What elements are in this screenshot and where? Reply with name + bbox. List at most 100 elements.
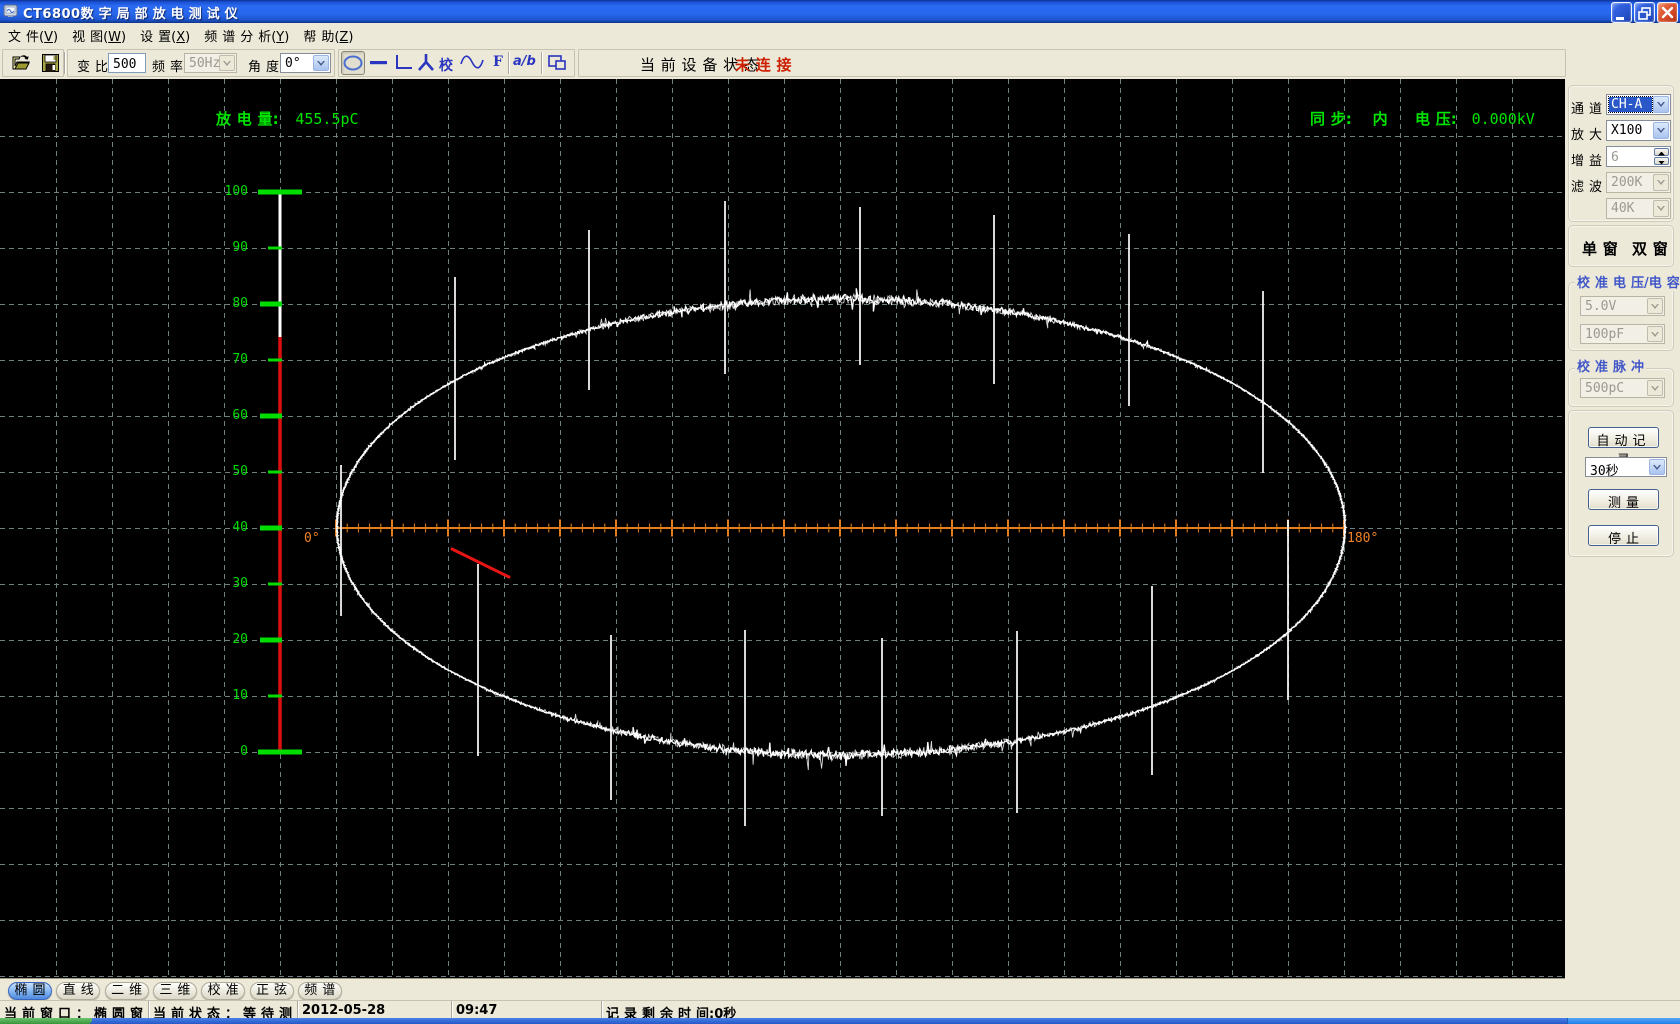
combo-value: 5.0V [1585, 299, 1617, 314]
calib-cap-select: 100pF [1580, 324, 1665, 344]
menu-bar: 文件(V) 视图(W) 设置(X) 频谱分析(Y) 帮助(Z) [0, 23, 1680, 47]
menu-item-text: 文件( [8, 29, 45, 45]
spectrum-glyph: F [493, 54, 503, 70]
tool-3d-button[interactable] [415, 51, 439, 75]
combo-value: 50Hz [189, 56, 221, 71]
chevron-down-icon[interactable] [1653, 96, 1669, 113]
scale-value: 10 [232, 688, 248, 703]
scale-value: 50 [232, 464, 248, 479]
tool-ellipse-button[interactable] [341, 51, 365, 75]
axis-start-label: 0° [304, 531, 320, 546]
voltage-label: 电压: [1415, 110, 1457, 128]
tab-3d[interactable]: 三维 [152, 982, 197, 1000]
restore-button[interactable] [1634, 2, 1655, 23]
toolbar-separator [64, 52, 66, 74]
stop-button[interactable]: 停止 [1588, 525, 1659, 547]
tool-window-mode-button[interactable] [545, 51, 569, 75]
single-window-button[interactable]: 单窗 [1582, 238, 1618, 259]
auto-record-button[interactable]: 自动记录 [1588, 427, 1659, 468]
calibrate-glyph: 校 [439, 58, 459, 74]
tab-spectrum[interactable]: 频谱 [297, 982, 342, 1000]
double-window-button[interactable]: 双窗 [1632, 238, 1668, 259]
gain-select[interactable]: X100 [1606, 120, 1671, 141]
tool-2d-button[interactable] [393, 51, 417, 75]
calib-voltage-title: 校准电压/电容 [1575, 272, 1680, 291]
menu-item-spectrum[interactable]: 频谱分析(Y) [197, 23, 296, 48]
scale-value: 60 [232, 408, 248, 423]
measure-button[interactable]: 测量 [1588, 489, 1659, 511]
ratio-glyph: a/b [513, 54, 536, 69]
tab-sine[interactable]: 正弦 [249, 982, 294, 1000]
menu-item-text: ) [185, 29, 191, 45]
button-label: 停止 [1607, 532, 1644, 547]
menu-accelerator: Z [339, 29, 349, 45]
ratio-input[interactable] [108, 53, 146, 73]
chevron-down-icon[interactable] [1649, 459, 1665, 475]
status-bar: 当前窗口：椭圆窗当前状态：等待测量2012-05-2809:47记录剩余时间:0… [0, 1000, 1680, 1018]
tool-calibrate-button[interactable]: 校 [437, 51, 461, 75]
spin-down-icon[interactable] [1654, 157, 1669, 165]
chevron-down-icon[interactable] [1647, 298, 1663, 314]
channel-select[interactable]: CH-A [1606, 94, 1671, 115]
sync-readout: 同步: 内 [1310, 108, 1388, 129]
tab-ellipse[interactable]: 椭圆 [8, 982, 52, 1000]
chevron-down-icon[interactable] [1647, 326, 1663, 342]
chevron-down-icon[interactable] [1653, 200, 1669, 217]
tab-2d[interactable]: 二维 [104, 982, 149, 1000]
save-icon[interactable] [42, 54, 59, 72]
menu-item-text: ) [284, 29, 290, 45]
menu-item-view[interactable]: 视图(W) [65, 23, 133, 48]
combo-value: X100 [1611, 123, 1643, 138]
title-bar[interactable]: CT6800数字局部放电测试仪 [0, 0, 1680, 23]
amplify-label: 增益 [1571, 154, 1608, 169]
interval-select[interactable]: 30秒 [1585, 457, 1667, 479]
filter-label: 滤波 [1571, 180, 1608, 195]
toolbar-separator [508, 52, 510, 74]
open-file-icon[interactable] [11, 53, 31, 73]
close-button[interactable] [1657, 2, 1678, 23]
filter-select: 200K [1606, 172, 1671, 193]
scale-value: 100 [224, 184, 248, 199]
voltage-value: 0.000kV [1471, 110, 1535, 128]
menu-item-file[interactable]: 文件(V) [1, 23, 65, 48]
gain-label: 放大 [1571, 128, 1608, 143]
scale-value: 0 [240, 744, 248, 759]
tab-calibrate[interactable]: 校准 [201, 982, 246, 1000]
phase-axis [335, 519, 1345, 537]
amplify-spinner[interactable]: 6 [1606, 146, 1671, 167]
window-controls [1611, 2, 1678, 23]
calib-pulse-title: 校准脉冲 [1575, 356, 1647, 375]
chevron-down-icon[interactable] [313, 55, 329, 71]
chevron-down-icon[interactable] [1653, 174, 1669, 191]
tool-ratio-button[interactable]: a/b [512, 51, 536, 75]
menu-item-help[interactable]: 帮助(Z) [296, 23, 360, 48]
combo-value: 30秒 [1590, 464, 1624, 479]
combo-value: 0° [285, 56, 301, 71]
chevron-down-icon[interactable] [219, 55, 235, 71]
tool-line-button[interactable] [368, 51, 392, 75]
menu-accelerator: V [44, 29, 53, 45]
combo-value: CH-A [1611, 97, 1643, 112]
menu-accelerator: X [176, 29, 186, 45]
axis-end-label: 180° [1347, 531, 1379, 546]
tool-sine-button[interactable] [459, 51, 484, 75]
menu-item-text: 频谱分析( [204, 29, 277, 45]
app-icon [3, 4, 18, 17]
minimize-button[interactable] [1611, 2, 1632, 23]
discharge-value: 455.5pC [295, 110, 359, 128]
menu-accelerator: W [108, 29, 122, 45]
chevron-down-icon[interactable] [1647, 380, 1663, 396]
scale-value: 90 [232, 240, 248, 255]
start-button[interactable] [0, 1018, 92, 1024]
window-title: CT6800数字局部放电测试仪 [23, 7, 243, 22]
angle-select[interactable]: 0° [280, 53, 331, 73]
spin-up-icon[interactable] [1654, 148, 1669, 156]
menu-item-settings[interactable]: 设置(X) [133, 23, 197, 48]
application-window: CT6800数字局部放电测试仪 文件(V) 视图(W) 设置(X) 频谱分析(Y) 帮助… [0, 0, 1680, 1024]
frequency-select: 50Hz [184, 53, 237, 73]
phase-marker [450, 547, 511, 579]
chevron-down-icon[interactable] [1653, 122, 1669, 139]
tab-line[interactable]: 直线 [56, 982, 101, 1000]
scale-value: 20 [232, 632, 248, 647]
spinner-value: 6 [1611, 150, 1619, 165]
